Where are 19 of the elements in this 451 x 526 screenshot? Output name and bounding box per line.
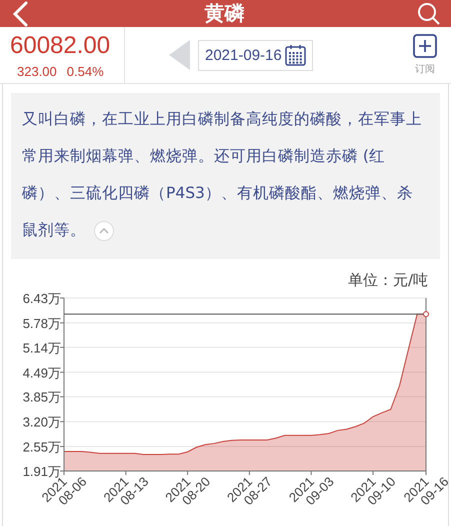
calendar-icon	[284, 44, 306, 66]
plus-icon	[413, 34, 437, 58]
date-picker[interactable]: 2021-09-16	[198, 40, 313, 70]
y-tick-label: 5.14万	[22, 340, 61, 356]
unit-label: 单位：元/吨	[348, 271, 428, 290]
price: 60082.00	[10, 32, 112, 60]
description-text: 又叫白磷，在工业上用白磷制备高纯度的磷酸，在军事上常用来制烟幕弹、燃烧弹。还可用白磷制造赤磷 (红磷）、三硫化四磷（P4S3）、有机磷酸酯、燃烧弹、杀鼠剂等。	[22, 109, 423, 243]
page-title: 黄磷	[204, 0, 244, 27]
y-tick-label: 2.55万	[22, 440, 61, 454]
y-tick-label: 1.91万	[22, 464, 61, 479]
chevron-up-icon	[99, 228, 109, 234]
change-percent: 0.54%	[66, 64, 104, 78]
y-tick-label: 3.85万	[22, 390, 61, 405]
search-icon[interactable]	[417, 2, 441, 26]
y-tick-label: 3.20万	[22, 414, 61, 430]
y-tick-label: 6.43万	[22, 291, 61, 306]
y-tick-label: 4.49万	[22, 365, 61, 380]
price-change: 323.00	[17, 64, 57, 78]
y-tick-label: 5.78万	[22, 316, 61, 331]
